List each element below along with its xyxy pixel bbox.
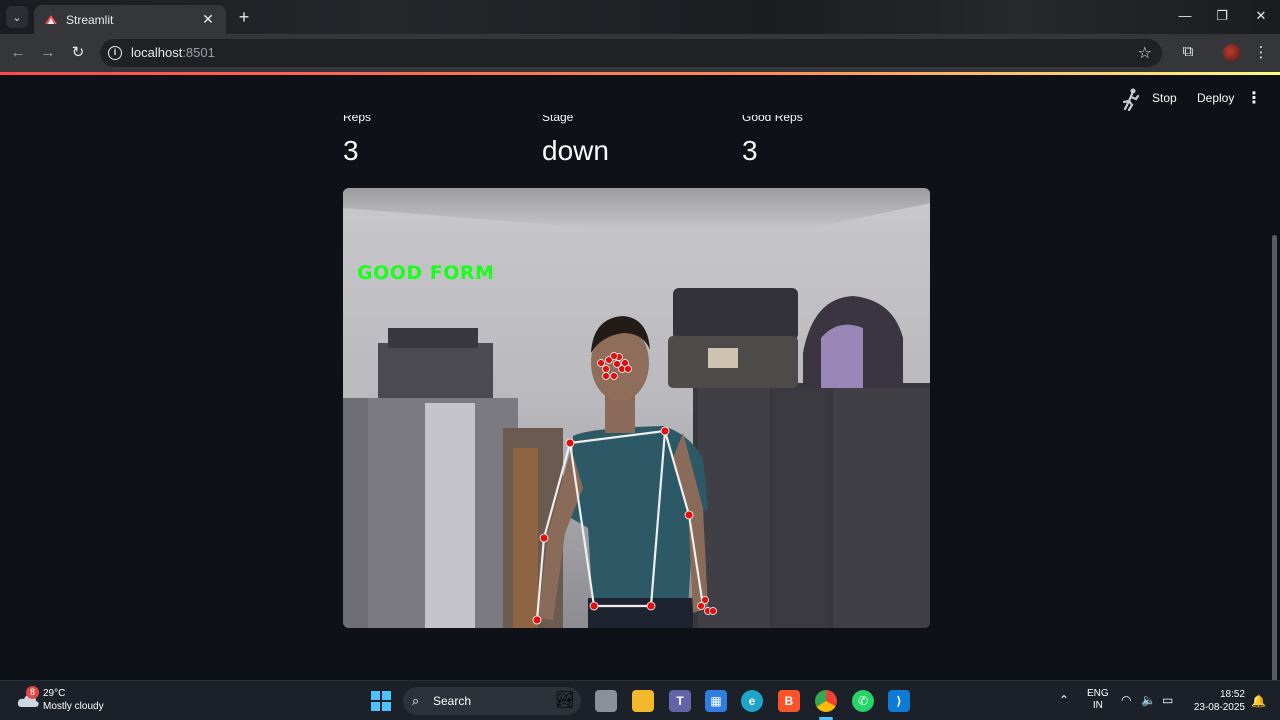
show-hidden-icons-icon[interactable]: ⌃ (1059, 693, 1069, 707)
reload-icon[interactable]: ↻ (68, 43, 88, 63)
system-clock[interactable]: 18:52 23-08-2025 (1189, 688, 1245, 714)
weather-alert-badge: 8 (26, 686, 39, 699)
deploy-button[interactable]: Deploy (1197, 91, 1234, 105)
metric-good-reps: Good Reps 3 (742, 115, 803, 167)
running-man-icon (1122, 88, 1140, 111)
search-icon: ⌕ (412, 693, 420, 708)
webcam-scene (343, 188, 930, 628)
webcam-video-frame: GOOD FORM (343, 188, 930, 628)
notification-bell-icon[interactable]: 🔔 (1251, 694, 1266, 708)
weather-condition[interactable]: Mostly cloudy (43, 701, 104, 712)
edge-icon[interactable]: e (741, 690, 763, 712)
browser-tab[interactable]: Streamlit ✕ (34, 5, 226, 34)
clock-date: 23-08-2025 (1193, 702, 1245, 713)
bookmark-star-icon[interactable]: ☆ (1138, 43, 1152, 63)
metric-label: Good Reps (742, 115, 803, 124)
lang-region: IN (1092, 700, 1103, 711)
streamlit-app: Stop Deploy ⋮ Reps 3 Stage down Good Rep… (0, 75, 1280, 680)
volume-icon[interactable]: 🔈 (1141, 693, 1156, 707)
tab-search-chevron-icon[interactable]: ⌄ (6, 6, 28, 28)
weather-temperature[interactable]: 29°C (43, 688, 65, 699)
chrome-icon[interactable] (815, 690, 837, 712)
profile-avatar[interactable] (1223, 44, 1241, 62)
taskbar-search[interactable]: ⌕ Search 🏞 (403, 687, 581, 715)
back-icon[interactable]: ← (8, 43, 28, 63)
search-label: Search (433, 694, 472, 708)
vscode-icon[interactable]: ⟩ (888, 690, 910, 712)
stop-button[interactable]: Stop (1152, 91, 1177, 105)
clock-time: 18:52 (1219, 689, 1245, 700)
site-info-icon[interactable]: i (108, 46, 122, 60)
new-tab-button[interactable]: + (234, 7, 254, 27)
browser-toolbar: ← → ↻ i localhost:8501 ☆ ⧉ ⋮ (0, 34, 1280, 72)
browser-menu-icon[interactable]: ⋮ (1251, 43, 1271, 61)
url-text[interactable]: localhost:8501 (131, 45, 215, 60)
windows-start-icon[interactable] (371, 691, 391, 711)
forward-icon[interactable]: → (38, 43, 58, 63)
address-bar[interactable]: i localhost:8501 ☆ (100, 39, 1162, 67)
file-explorer-icon[interactable] (632, 690, 654, 712)
microsoft-store-icon[interactable]: ▦ (705, 690, 727, 712)
url-host: localhost (131, 45, 183, 60)
whatsapp-icon[interactable]: ✆ (852, 690, 874, 712)
main-menu-icon[interactable]: ⋮ (1246, 88, 1262, 108)
url-port: :8501 (182, 45, 215, 60)
metric-value: 3 (343, 135, 359, 166)
language-indicator[interactable]: ENG IN (1087, 688, 1109, 712)
streamlit-favicon-icon (44, 13, 58, 27)
metric-stage: Stage down (542, 115, 609, 167)
metric-value: 3 (742, 135, 758, 166)
lang-code: ENG (1087, 688, 1109, 699)
form-feedback-overlay: GOOD FORM (357, 262, 495, 284)
restore-icon[interactable]: ❐ (1212, 8, 1232, 24)
minimize-icon[interactable]: — (1175, 8, 1195, 23)
metric-label: Reps (343, 115, 372, 124)
metric-value: down (542, 135, 609, 166)
metric-reps: Reps 3 (343, 115, 371, 167)
search-highlight-icon: 🏞 (554, 692, 575, 709)
battery-icon[interactable]: ▭ (1162, 693, 1173, 707)
teams-icon[interactable]: T (669, 690, 691, 712)
brave-icon[interactable]: B (778, 690, 800, 712)
metric-label: Stage (542, 115, 574, 124)
wifi-icon[interactable]: ◠ (1121, 693, 1131, 707)
page-scrollbar[interactable] (1272, 235, 1277, 680)
close-tab-icon[interactable]: ✕ (200, 11, 216, 28)
browser-titlebar: ⌄ Streamlit ✕ + — ❐ ✕ (0, 0, 1280, 34)
tab-title: Streamlit (66, 12, 114, 27)
close-window-icon[interactable]: ✕ (1251, 8, 1271, 24)
task-view-icon[interactable] (595, 690, 617, 712)
windows-taskbar: 8 29°C Mostly cloudy ⌕ Search 🏞 T ▦ e B … (0, 680, 1280, 720)
extensions-icon[interactable]: ⧉ (1178, 43, 1198, 60)
